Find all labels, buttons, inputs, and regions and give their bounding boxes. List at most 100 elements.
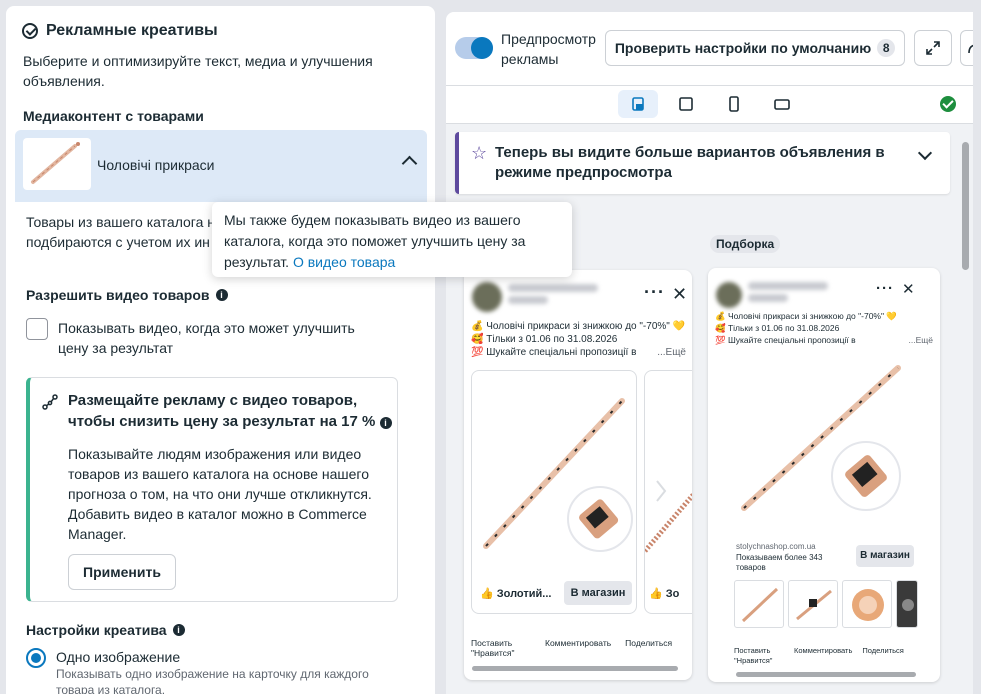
promo-title: Размещайте рекламу с видео товаров, чтоб… xyxy=(68,390,398,432)
ring-thumb xyxy=(897,581,917,627)
ad-text-last-line: 💯 Шукайте спеціальні пропозиції в ...Ещё xyxy=(715,334,933,346)
share-action-button[interactable]: Поделиться xyxy=(625,638,672,658)
promo-title-text: Размещайте рекламу с видео товаров, чтоб… xyxy=(68,392,376,430)
product-accordion-header[interactable]: Чоловічі прикраси xyxy=(15,130,427,202)
info-icon[interactable]: i xyxy=(172,624,185,636)
page-meta-blurred xyxy=(508,296,548,304)
more-options-icon[interactable]: ··· xyxy=(876,280,894,297)
comment-button[interactable]: Комментировать xyxy=(545,638,611,658)
collection-thumbnail[interactable] xyxy=(842,580,892,628)
creative-settings-heading: Настройки креатива i xyxy=(26,622,185,638)
more-options-icon[interactable]: ··· xyxy=(644,282,665,303)
close-icon[interactable]: ✕ xyxy=(672,284,687,305)
chain-image xyxy=(645,480,692,553)
device-landscape-button[interactable] xyxy=(762,90,802,118)
collection-tag: Подборка xyxy=(710,235,781,253)
video-promo-card: Размещайте рекламу с видео товаров, чтоб… xyxy=(26,377,398,602)
collection-ad-preview: ··· ✕ 💰 Чоловічі прикраси зі знижкою до … xyxy=(708,268,940,682)
ad-text-line: 💰 Чоловічі прикраси зі знижкою до "-70%"… xyxy=(715,311,897,321)
allow-video-heading-text: Разрешить видео товаров xyxy=(26,287,210,303)
like-button[interactable]: Поставить "Нравится" xyxy=(734,646,784,666)
preview-toggle[interactable] xyxy=(455,37,493,59)
ad-primary-text: 💰 Чоловічі прикраси зі знижкою до "-70%"… xyxy=(471,320,686,359)
collection-thumbnail[interactable] xyxy=(896,580,918,628)
device-vertical-button[interactable] xyxy=(714,90,754,118)
page-avatar xyxy=(472,282,502,312)
shop-button[interactable]: В магазин xyxy=(856,545,914,567)
video-checkbox[interactable] xyxy=(26,318,48,340)
preview-notice[interactable]: ☆ Теперь вы видите больше вариантов объя… xyxy=(455,132,950,194)
expand-icon xyxy=(926,41,940,55)
page-name-blurred xyxy=(508,284,598,292)
collection-thumbnail[interactable] xyxy=(788,580,838,628)
info-icon[interactable]: i xyxy=(215,289,228,301)
single-image-radio[interactable] xyxy=(26,648,46,668)
ad-text-last-line: 💯 Шукайте спеціальні пропозиції в ...Ещё xyxy=(471,346,686,359)
video-checkbox-row[interactable]: Показывать видео, когда это может улучши… xyxy=(26,318,358,358)
video-checkbox-label: Показывать видео, когда это может улучши… xyxy=(58,320,355,356)
mobile-feed-icon xyxy=(632,97,644,111)
share-icon xyxy=(968,44,973,54)
ad-creative-panel: Рекламные креативы Выберите и оптимизиру… xyxy=(6,6,435,694)
promo-body: Показывайте людям изображения или видео … xyxy=(68,446,372,542)
section-title-text: Рекламные креативы xyxy=(46,22,218,39)
product-thumbnail xyxy=(23,138,91,190)
shop-button[interactable]: В магазин xyxy=(564,581,632,605)
page-avatar xyxy=(716,282,742,308)
collection-hero-image[interactable] xyxy=(708,348,940,528)
notice-text: Теперь вы видите больше вариантов объявл… xyxy=(495,144,885,181)
ad-text-line: 💯 Шукайте спеціальні пропозиції в xyxy=(471,347,637,358)
scroll-thumb[interactable] xyxy=(962,142,969,270)
check-circle-icon xyxy=(22,23,38,39)
carousel-card[interactable]: 👍 Золотий... В магазин xyxy=(471,370,637,614)
expand-button[interactable] xyxy=(914,30,952,66)
share-action-button[interactable]: Поделиться xyxy=(862,646,903,666)
chevron-down-icon[interactable] xyxy=(917,145,933,161)
section-title: Рекламные креативы xyxy=(22,22,218,40)
watch-thumb xyxy=(852,589,884,621)
chevron-up-icon[interactable] xyxy=(401,155,418,172)
ad-text-line: 🥰 Тільки з 01.06 по 31.08.2026 xyxy=(715,323,840,333)
ad-text-line: 💰 Чоловічі прикраси зі знижкою до "-70%"… xyxy=(471,321,686,332)
single-image-label: Одно изображение xyxy=(56,649,181,665)
collection-thumbnails xyxy=(734,580,918,628)
trend-icon xyxy=(42,394,58,410)
horizontal-scrollbar[interactable] xyxy=(736,672,916,677)
device-mobile-feed-button[interactable] xyxy=(618,90,658,118)
allow-video-heading: Разрешить видео товаров i xyxy=(26,287,228,303)
see-more-link[interactable]: ...Ещё xyxy=(657,346,686,359)
carousel-card-title: 👍 Зо xyxy=(649,588,680,600)
preview-label: Предпросмотр рекламы xyxy=(501,31,596,67)
device-selector xyxy=(446,86,973,124)
page-name-blurred xyxy=(748,282,828,290)
page-meta-blurred xyxy=(748,294,788,302)
product-video-link[interactable]: О видео товара xyxy=(293,254,395,270)
creative-settings-heading-text: Настройки креатива xyxy=(26,622,167,638)
media-heading: Медиаконтент с товарами xyxy=(23,108,204,124)
star-icon: ☆ xyxy=(471,143,488,163)
share-button[interactable] xyxy=(960,30,973,66)
single-image-description: Показывать одно изображение на карточку … xyxy=(56,667,369,694)
bracelet-image xyxy=(741,365,901,511)
info-icon[interactable]: i xyxy=(379,417,392,429)
close-icon[interactable]: ✕ xyxy=(902,280,915,298)
like-button[interactable]: Поставить "Нравится" xyxy=(471,638,531,658)
phone-icon xyxy=(729,96,739,112)
check-defaults-button[interactable]: Проверить настройки по умолчанию 8 xyxy=(605,30,905,66)
collection-thumbnail[interactable] xyxy=(734,580,784,628)
bracelet-thumb xyxy=(796,589,832,621)
shop-domain: stolychnashop.com.ua xyxy=(736,542,816,551)
carousel-card-title: 👍 Золотий... xyxy=(480,588,552,600)
apply-button[interactable]: Применить xyxy=(68,554,176,590)
horizontal-scrollbar[interactable] xyxy=(472,666,678,671)
see-more-link[interactable]: ...Ещё xyxy=(909,334,933,346)
single-image-option[interactable]: Одно изображение Показывать одно изображ… xyxy=(26,648,386,694)
carousel-card[interactable]: 👍 Зо xyxy=(644,370,692,614)
reaction-bar: Поставить "Нравится" Комментировать Поде… xyxy=(734,646,904,666)
products-count: Показываем более 343 товаров xyxy=(736,553,823,572)
device-square-button[interactable] xyxy=(666,90,706,118)
comment-button[interactable]: Комментировать xyxy=(794,646,852,666)
landscape-icon xyxy=(774,99,790,110)
check-defaults-count: 8 xyxy=(877,39,896,57)
preview-scrollbar[interactable] xyxy=(960,132,970,684)
